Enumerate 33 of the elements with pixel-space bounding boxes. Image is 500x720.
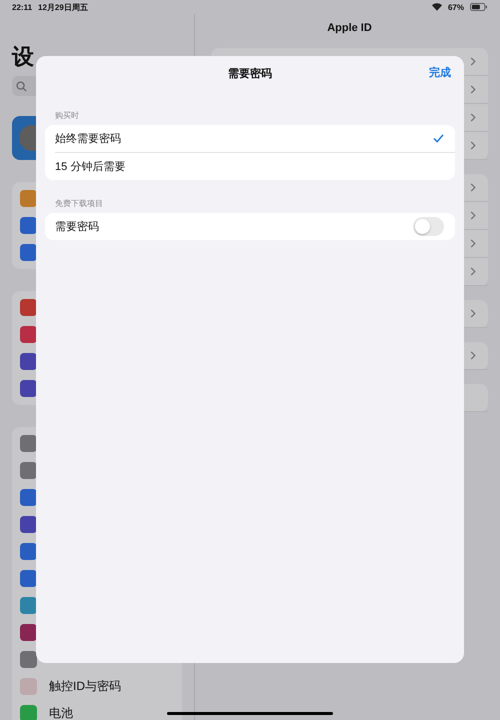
battery-percentage: 67%: [448, 2, 464, 12]
settings-icon[interactable]: [20, 217, 37, 234]
option-label[interactable]: 始终需要密码: [55, 131, 121, 146]
detail-title: Apple ID: [326, 22, 373, 34]
settings-icon[interactable]: [20, 597, 37, 614]
done-button[interactable]: 完成: [427, 65, 453, 80]
settings-item[interactable]: 触控ID与密码: [49, 678, 121, 695]
status-date: 12月29日周五: [38, 2, 88, 12]
settings-icon[interactable]: [20, 489, 37, 506]
settings-icon[interactable]: [20, 190, 37, 207]
settings-item[interactable]: 电池: [49, 705, 73, 720]
search-icon: [16, 80, 27, 92]
toggle-switch[interactable]: [413, 217, 444, 236]
settings-title: 设: [12, 44, 35, 70]
setting-label: 需要密码: [55, 220, 99, 234]
settings-icon[interactable]: [20, 326, 37, 343]
settings-icon[interactable]: [20, 435, 37, 452]
settings-icon[interactable]: [20, 380, 37, 397]
sheet-title: 需要密码: [228, 66, 272, 80]
section-header: 免费下载项目: [54, 198, 104, 210]
section-header: 购买时: [54, 110, 80, 122]
settings-icon[interactable]: [20, 462, 37, 479]
settings-icon[interactable]: [20, 353, 37, 370]
settings-icon[interactable]: [20, 516, 37, 533]
settings-icon[interactable]: [20, 299, 37, 316]
settings-icon[interactable]: [20, 570, 37, 587]
settings-icon[interactable]: [20, 244, 37, 261]
settings-icon[interactable]: [20, 624, 37, 641]
wifi-icon: [432, 3, 442, 11]
settings-icon[interactable]: [20, 543, 37, 560]
status-time: 22:11: [12, 2, 32, 12]
battery-icon: [470, 3, 488, 11]
option-label[interactable]: 15 分钟后需要: [55, 159, 126, 174]
